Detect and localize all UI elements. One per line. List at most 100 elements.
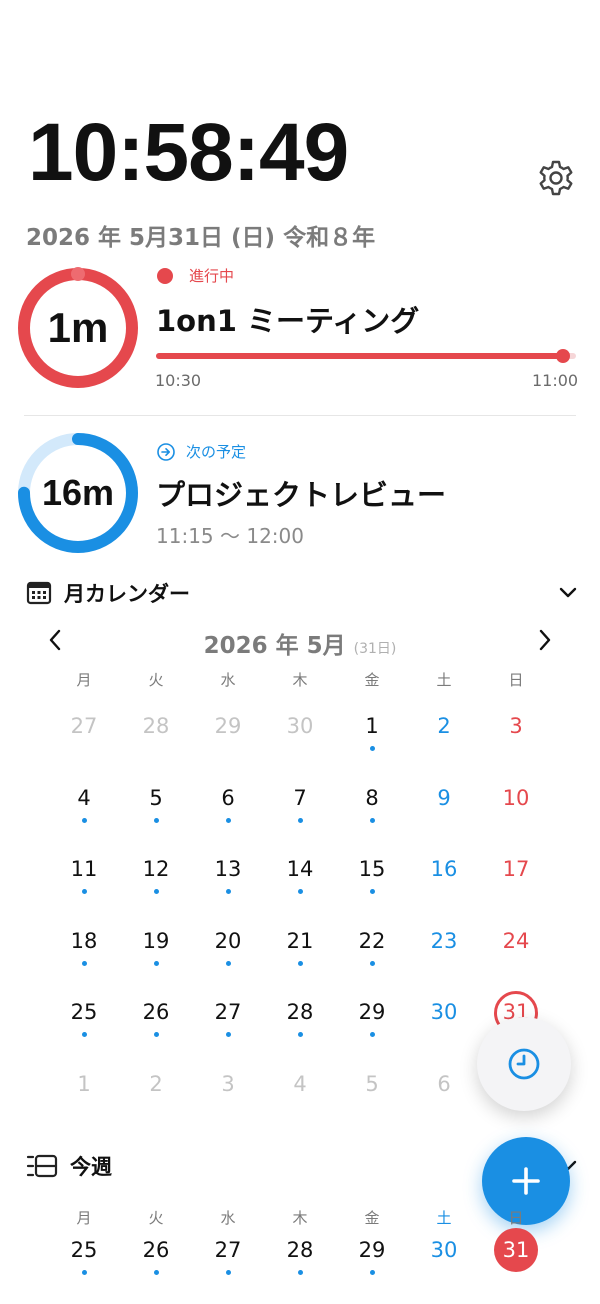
calendar-day[interactable]: 2 (416, 712, 472, 768)
calendar-day[interactable]: 23 (416, 927, 472, 983)
month-calendar-header[interactable]: 月カレンダー (26, 578, 190, 608)
calendar-day[interactable]: 6 (416, 1070, 472, 1126)
week-header[interactable]: 今週 (26, 1151, 112, 1181)
calendar-day[interactable]: 12 (128, 855, 184, 911)
event-dot (154, 889, 159, 895)
calendar-day[interactable]: 5 (128, 784, 184, 840)
next-event-title[interactable]: プロジェクトレビュー (156, 472, 446, 514)
calendar-day[interactable]: 3 (200, 1070, 256, 1126)
month-calendar-title: 月カレンダー (64, 582, 190, 606)
week-day[interactable]: 木 28 (270, 1207, 330, 1275)
calendar-day[interactable]: 29 (200, 712, 256, 768)
calendar-day[interactable]: 16 (416, 855, 472, 911)
calendar-day[interactable]: 1 (344, 712, 400, 768)
event-dot (297, 1270, 303, 1275)
calendar-day[interactable]: 14 (272, 855, 328, 911)
event-dot (226, 1032, 231, 1038)
event-dot (225, 1270, 231, 1275)
calendar-day[interactable]: 9 (416, 784, 472, 840)
next-event-ring: 16m (16, 431, 140, 555)
calendar-day[interactable]: 22 (344, 927, 400, 983)
calendar-day[interactable]: 20 (200, 927, 256, 983)
month-nav: 2026 年 5月 (31日) (0, 620, 600, 660)
week-day[interactable]: 日 31 (486, 1207, 546, 1272)
week-day-number: 27 (214, 1238, 242, 1262)
date-line: 2026 年 5月31日 (日) 令和８年 (26, 225, 376, 251)
calendar-day[interactable]: 11 (56, 855, 112, 911)
chevron-right-icon[interactable] (532, 628, 556, 652)
calendar-day[interactable]: 30 (272, 712, 328, 768)
calendar-day[interactable]: 30 (416, 998, 472, 1054)
calendar-day[interactable]: 4 (272, 1070, 328, 1126)
event-dot (370, 746, 375, 751)
weekday-label: 火 (148, 671, 164, 689)
calendar-day-number: 20 (214, 928, 242, 953)
event-dot (154, 960, 159, 966)
calendar-day[interactable]: 13 (200, 855, 256, 911)
calendar-day[interactable]: 17 (488, 855, 544, 911)
calendar-day[interactable]: 4 (56, 784, 112, 840)
calendar-day-number: 4 (293, 1072, 307, 1096)
calendar-day[interactable]: 27 (200, 998, 256, 1054)
calendar-day-number: 10 (502, 785, 530, 810)
week-day[interactable]: 火 26 (126, 1207, 186, 1275)
current-event-progress (156, 349, 576, 363)
calendar-day[interactable]: 10 (488, 784, 544, 840)
calendar-day-number: 3 (221, 1072, 235, 1096)
event-dot (370, 960, 375, 966)
calendar-day[interactable]: 26 (128, 998, 184, 1054)
clock-icon (508, 1048, 540, 1080)
calendar-day-number: 22 (358, 928, 386, 953)
event-dot (370, 1032, 375, 1038)
calendar-day-number: 29 (214, 714, 242, 738)
weekday-label: 水 (220, 671, 236, 689)
current-event-remaining: 1m (47, 304, 109, 351)
chevron-down-icon[interactable] (556, 580, 580, 604)
calendar-day-number: 25 (70, 1000, 98, 1025)
calendar-day[interactable]: 24 (488, 927, 544, 983)
week-day-label: 水 (220, 1209, 236, 1227)
calendar-day-number: 27 (214, 1000, 242, 1025)
week-today-badge: 31 (494, 1228, 538, 1272)
week-day-label: 火 (148, 1209, 164, 1227)
calendar-day[interactable]: 3 (488, 712, 544, 768)
calendar-day[interactable]: 18 (56, 927, 112, 983)
week-day-number: 26 (142, 1238, 170, 1262)
week-day-label: 日 (508, 1209, 524, 1227)
calendar-day[interactable]: 2 (128, 1070, 184, 1126)
current-event-start: 10:30 (155, 371, 202, 390)
month-title: 2026 年 5月 (31日) (0, 626, 600, 660)
calendar-day[interactable]: 19 (128, 927, 184, 983)
calendar-day[interactable]: 25 (56, 998, 112, 1054)
weekday-label: 日 (508, 671, 524, 689)
event-dot (298, 1032, 303, 1038)
week-day[interactable]: 水 27 (198, 1207, 258, 1275)
calendar-day[interactable]: 15 (344, 855, 400, 911)
event-dot (370, 889, 375, 895)
calendar-day[interactable]: 27 (56, 712, 112, 768)
calendar-day[interactable]: 28 (272, 998, 328, 1054)
week-day[interactable]: 土 30 (414, 1207, 474, 1266)
week-day-label: 月 (76, 1209, 92, 1227)
calendar-day[interactable]: 1 (56, 1070, 112, 1126)
calendar-day[interactable]: 6 (200, 784, 256, 840)
calendar-day[interactable]: 8 (344, 784, 400, 840)
calendar-day-number: 16 (430, 857, 458, 882)
event-dot (298, 960, 303, 966)
calendar-day[interactable]: 29 (344, 998, 400, 1054)
current-event-title[interactable]: 1on1 ミーティング (156, 298, 419, 340)
calendar-day-number: 13 (214, 857, 242, 882)
calendar-day-number: 30 (286, 714, 314, 738)
settings-button[interactable] (536, 158, 576, 198)
calendar-day[interactable]: 28 (128, 712, 184, 768)
calendar-day[interactable]: 5 (344, 1070, 400, 1126)
calendar-day[interactable]: 7 (272, 784, 328, 840)
event-dot (81, 1270, 87, 1275)
current-event-status: 進行中 (157, 265, 234, 286)
weekday-label: 土 (436, 671, 452, 689)
clock-fab-button[interactable] (477, 1017, 571, 1111)
next-status-label: 次の予定 (186, 443, 247, 461)
week-day[interactable]: 月 25 (54, 1207, 114, 1275)
calendar-day[interactable]: 21 (272, 927, 328, 983)
week-day[interactable]: 金 29 (342, 1207, 402, 1275)
